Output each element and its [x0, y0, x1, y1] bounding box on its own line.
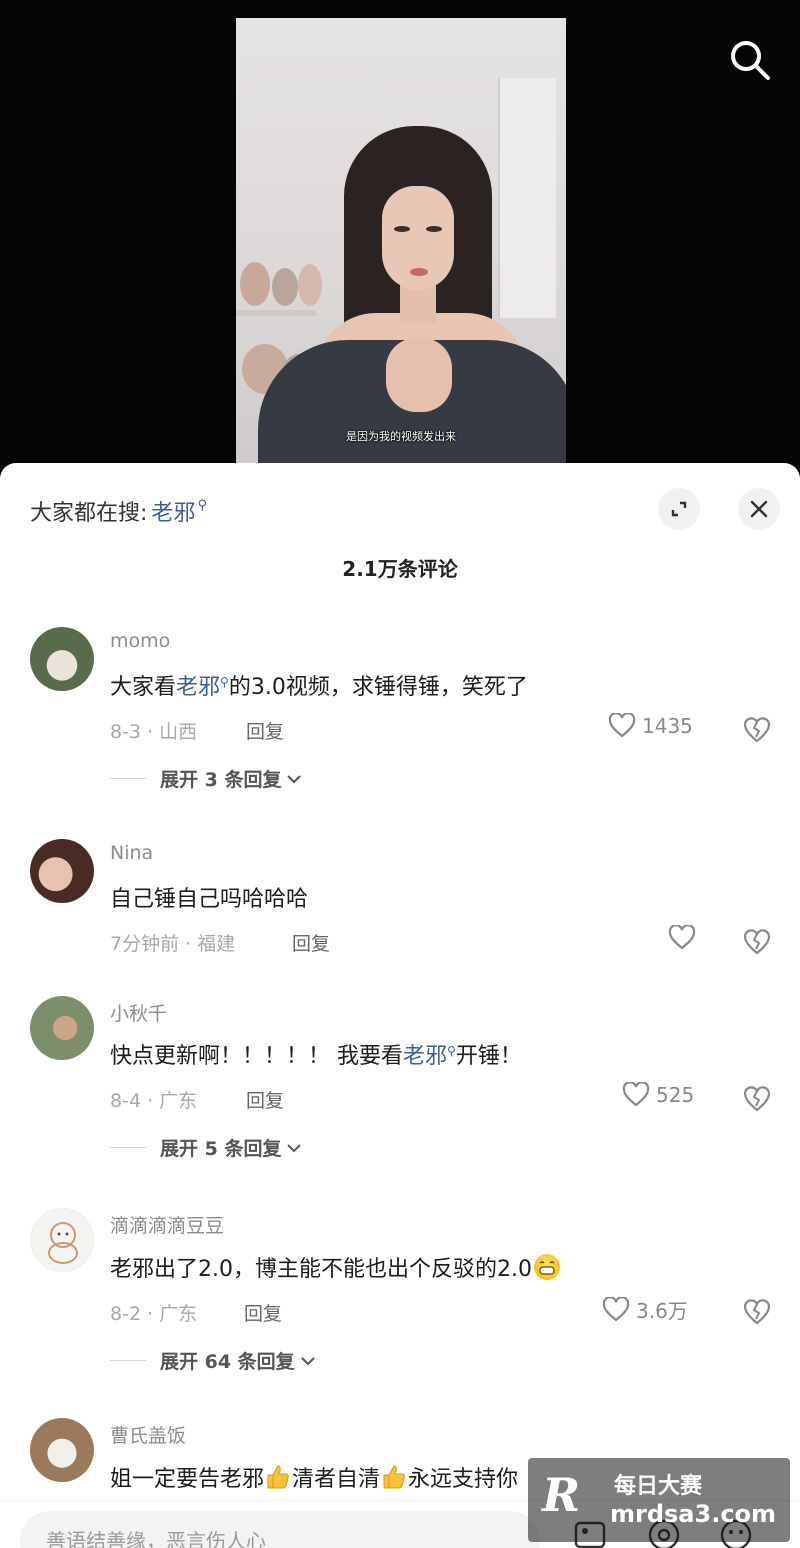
comment-username[interactable]: 小秋千 — [110, 999, 167, 1026]
comment-text: 老邪出了2.0，博主能不能也出个反驳的2.0 — [110, 1251, 560, 1283]
hot-search-bar[interactable]: 大家都在搜: 老邪 ⚲ — [30, 495, 207, 527]
like-button[interactable]: 3.6万 — [602, 1295, 688, 1324]
comment-meta: 8-4 · 广东 — [110, 1090, 198, 1112]
plush-toy — [298, 264, 322, 306]
comment-input[interactable]: 善语结善缘，恶言伤人心 — [20, 1511, 540, 1548]
comment-username[interactable]: Nina — [110, 842, 153, 864]
comment-text: 快点更新啊！！！！！ 我要看老邪⚲开锤！ — [110, 1038, 522, 1070]
comment-meta: 7分钟前 · 福建 — [110, 933, 236, 955]
comment-count-title: 2.1万条评论 — [342, 557, 458, 581]
comment-username[interactable]: 滴滴滴滴豆豆 — [110, 1211, 224, 1238]
divider-line — [110, 778, 146, 779]
video-frame[interactable]: 是因为我的视频发出来 — [236, 18, 566, 470]
person-lips — [410, 268, 428, 276]
comment-text: 大家看老邪⚲的3.0视频，求锤得锤，笑死了 — [110, 669, 528, 701]
divider-line — [110, 1360, 146, 1361]
expand-icon[interactable] — [658, 488, 700, 530]
comment-text-part: 永远支持你 — [408, 1467, 519, 1492]
comment-text: 自己锤自己吗哈哈哈 — [110, 887, 309, 912]
comment-sheet: 大家都在搜: 老邪 ⚲ 2.1万条评论 momo 大家看老邪⚲的3.0视频，求锤… — [0, 463, 800, 1548]
comment-text-part: 姐一定要告老邪 — [110, 1467, 265, 1492]
comment-text-part: 快点更新啊！！！！！ 我要看 — [110, 1044, 403, 1069]
background-shelf — [236, 310, 316, 316]
hot-search-label: 大家都在搜: — [30, 501, 148, 526]
expand-replies-button[interactable]: 展开 64 条回复 — [110, 1347, 317, 1374]
comment-text-part: 的3.0视频，求锤得锤，笑死了 — [228, 675, 528, 700]
background-door — [498, 78, 556, 318]
avatar[interactable] — [30, 839, 94, 903]
grin-emoji — [533, 1254, 560, 1280]
small-search-icon: ⚲ — [447, 1044, 456, 1058]
comment-username[interactable]: 曹氏盖饭 — [110, 1421, 186, 1448]
chevron-down-icon — [287, 1143, 302, 1152]
heart-icon — [608, 713, 636, 738]
comment-keyword-link[interactable]: 老邪 — [176, 675, 220, 700]
video-player[interactable]: 是因为我的视频发出来 — [0, 0, 800, 470]
person-hands — [386, 338, 452, 412]
person-eye — [394, 226, 410, 232]
like-button[interactable]: 525 — [622, 1082, 694, 1108]
close-icon[interactable] — [738, 488, 780, 530]
avatar[interactable] — [30, 1418, 94, 1482]
watermark-logo: R — [542, 1468, 581, 1522]
hot-search-keyword[interactable]: 老邪 — [151, 495, 195, 527]
like-button[interactable] — [668, 925, 702, 951]
expand-replies-button[interactable]: 展开 5 条回复 — [110, 1134, 303, 1161]
thumbs-up-icon — [380, 1463, 408, 1491]
heart-icon — [622, 1082, 650, 1107]
reply-button[interactable]: 回复 — [246, 717, 284, 744]
like-count: 525 — [656, 1083, 695, 1107]
broken-heart-icon[interactable] — [740, 1295, 774, 1329]
comment-text-part: 开锤！ — [455, 1044, 522, 1069]
plush-toy — [240, 262, 270, 306]
broken-heart-icon[interactable] — [740, 925, 774, 959]
reply-button[interactable]: 回复 — [292, 929, 330, 956]
watermark: R 每日大赛 mrdsa3.com — [528, 1458, 790, 1542]
avatar[interactable] — [30, 627, 94, 691]
like-button[interactable]: 1435 — [608, 713, 693, 739]
video-subtitle: 是因为我的视频发出来 — [346, 430, 456, 443]
like-count: 3.6万 — [636, 1299, 688, 1323]
like-count: 1435 — [642, 714, 693, 738]
small-search-icon: ⚲ — [197, 497, 207, 513]
watermark-title: 每日大赛 — [614, 1474, 703, 1499]
expand-replies-label: 展开 3 条回复 — [160, 769, 282, 791]
comment-username[interactable]: momo — [110, 630, 170, 652]
watermark-url: mrdsa3.com — [610, 1500, 777, 1528]
person-eye — [426, 226, 442, 232]
comment-text-part: 清者自清 — [292, 1467, 381, 1492]
comment-text: 姐一定要告老邪 清者自清 永远支持你 — [110, 1461, 518, 1493]
comment-keyword-link[interactable]: 老邪 — [403, 1044, 447, 1069]
chevron-down-icon — [287, 774, 302, 783]
comment-meta: 8-3 · 山西 — [110, 721, 198, 743]
plush-toy — [272, 268, 298, 306]
avatar[interactable] — [30, 996, 94, 1060]
comment-text-part: 大家看 — [110, 675, 177, 700]
expand-replies-label: 展开 5 条回复 — [160, 1138, 282, 1160]
search-icon[interactable] — [726, 36, 774, 84]
reply-button[interactable]: 回复 — [246, 1086, 284, 1113]
chevron-down-icon — [300, 1356, 315, 1365]
heart-icon — [668, 925, 696, 950]
heart-icon — [602, 1296, 630, 1321]
broken-heart-icon[interactable] — [740, 713, 774, 747]
divider-line — [110, 1147, 146, 1148]
comment-meta: 8-2 · 广东 — [110, 1303, 198, 1325]
expand-replies-label: 展开 64 条回复 — [160, 1351, 295, 1373]
thumbs-up-icon — [264, 1463, 292, 1491]
small-search-icon: ⚲ — [220, 675, 229, 689]
expand-replies-button[interactable]: 展开 3 条回复 — [110, 765, 303, 792]
broken-heart-icon[interactable] — [740, 1082, 774, 1116]
comment-text-part: 老邪出了2.0，博主能不能也出个反驳的2.0 — [110, 1257, 532, 1282]
avatar[interactable] — [30, 1208, 94, 1272]
reply-button[interactable]: 回复 — [244, 1299, 282, 1326]
